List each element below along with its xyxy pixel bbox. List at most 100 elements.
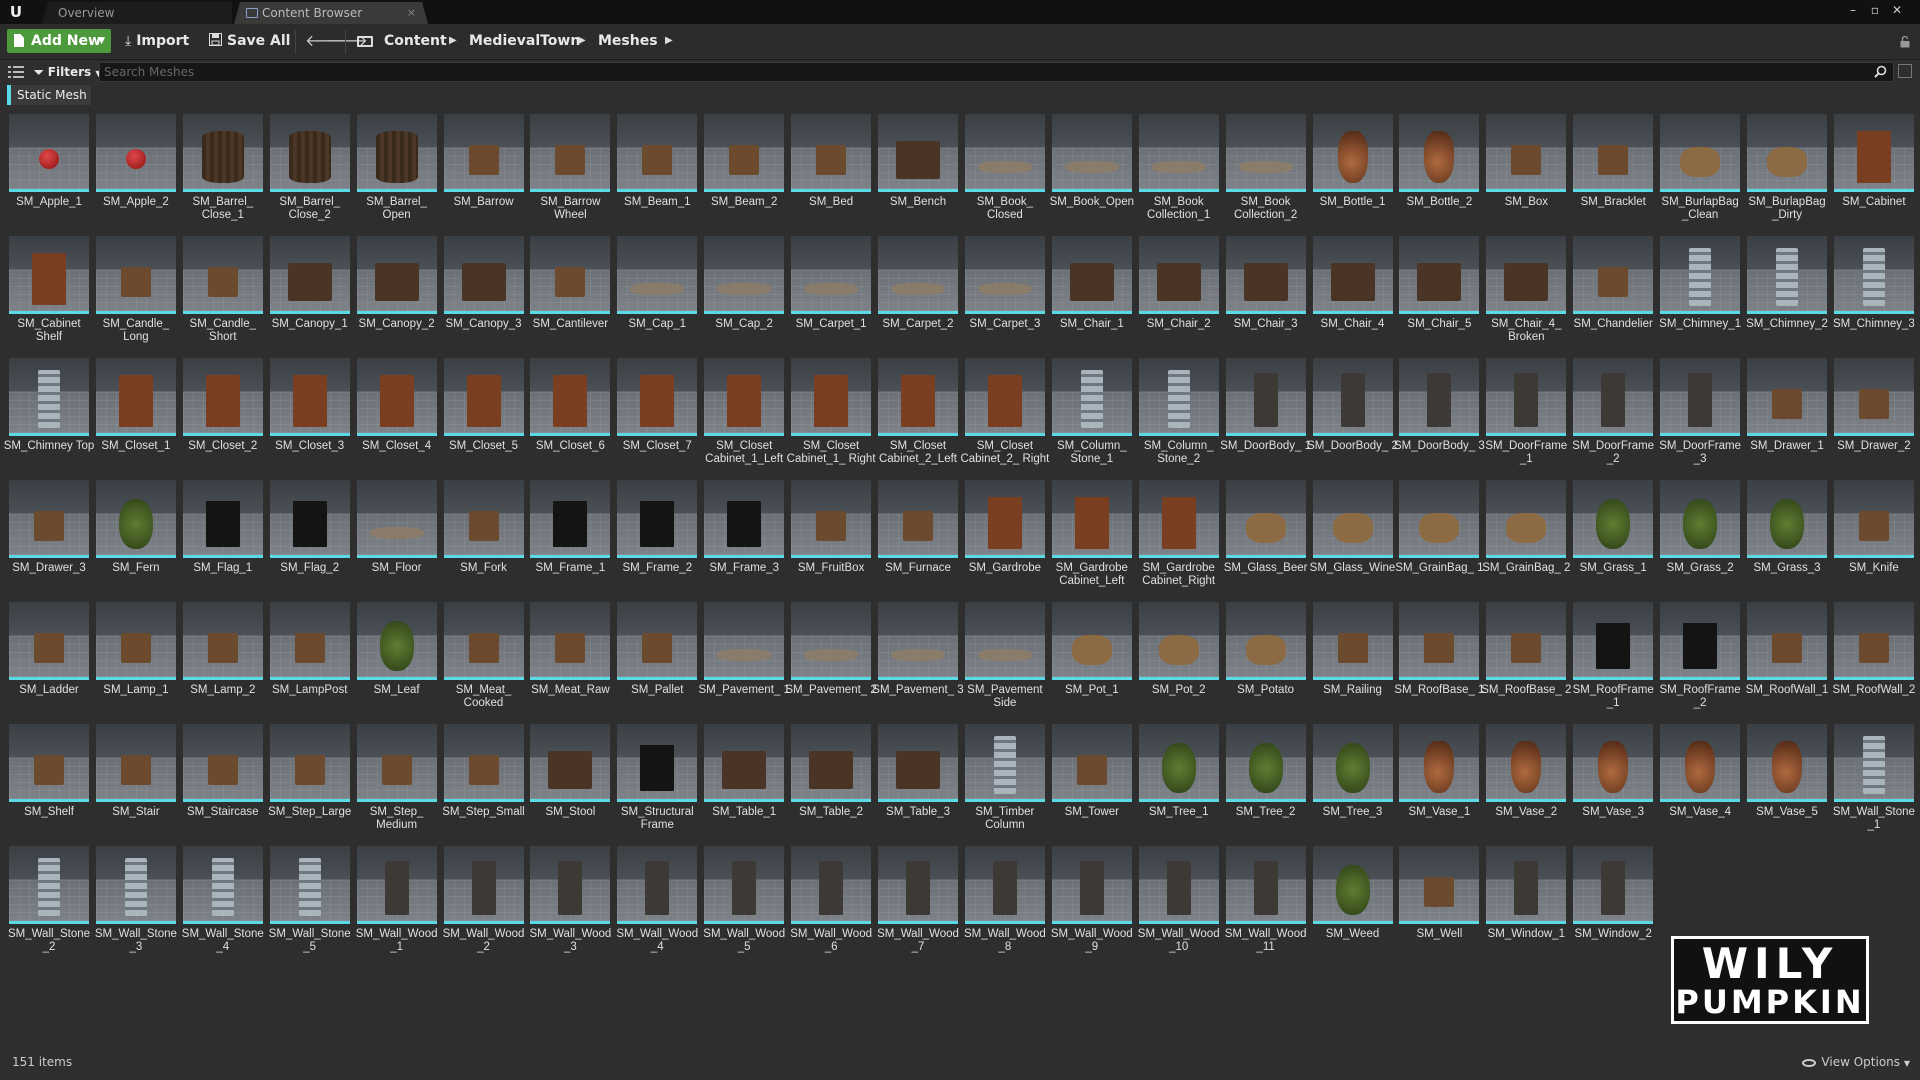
asset-tile[interactable]: SM_Chandelier: [1573, 236, 1654, 354]
asset-tile[interactable]: SM_Cap_1: [617, 236, 698, 354]
asset-tile[interactable]: SM_Vase_2: [1486, 724, 1567, 842]
asset-tile[interactable]: SM_Tree_3: [1312, 724, 1393, 842]
asset-tile[interactable]: SM_DoorFrame _3: [1659, 358, 1741, 476]
asset-tile[interactable]: SM_Barrel_ Open: [356, 114, 437, 232]
asset-tile[interactable]: SM_Closet_4: [356, 358, 437, 476]
asset-tile[interactable]: SM_Cabinet Shelf: [9, 236, 89, 354]
asset-tile[interactable]: SM_Flag_1: [182, 480, 263, 598]
asset-tile[interactable]: SM_Vase_3: [1573, 724, 1654, 842]
lock-icon[interactable]: [1900, 36, 1910, 48]
asset-tile[interactable]: SM_RoofFrame _2: [1660, 602, 1741, 720]
asset-tile[interactable]: SM_Grass_3: [1747, 480, 1827, 598]
asset-tile[interactable]: SM_Wall_Wood _3: [529, 846, 611, 964]
asset-tile[interactable]: SM_Frame_2: [617, 480, 698, 598]
asset-tile[interactable]: SM_Apple_1: [9, 114, 89, 232]
asset-tile[interactable]: SM_Wall_Wood _10: [1138, 846, 1220, 964]
asset-tile[interactable]: SM_Chimney_1: [1659, 236, 1741, 354]
asset-tile[interactable]: SM_Window_2: [1573, 846, 1654, 964]
asset-tile[interactable]: SM_Timber Column: [964, 724, 1045, 842]
asset-tile[interactable]: SM_Railing: [1312, 602, 1393, 720]
asset-tile[interactable]: SM_Meat_ Cooked: [443, 602, 524, 720]
asset-tile[interactable]: SM_Wall_Wood _11: [1225, 846, 1307, 964]
asset-tile[interactable]: SM_Wall_Stone _4: [182, 846, 264, 964]
breadcrumb-arrow-icon[interactable]: ▶: [578, 29, 586, 53]
asset-tile[interactable]: SM_Closet_7: [617, 358, 698, 476]
asset-tile[interactable]: SM_Pavement_ 2: [785, 602, 877, 720]
asset-tile[interactable]: SM_Gardrobe Cabinet_Left: [1051, 480, 1132, 598]
tab-content-browser[interactable]: Content Browser ×: [234, 2, 428, 24]
asset-tile[interactable]: SM_Chair_4: [1312, 236, 1393, 354]
tab-close-icon[interactable]: ×: [407, 2, 416, 24]
asset-tile[interactable]: SM_Wall_Stone _2: [8, 846, 90, 964]
asset-tile[interactable]: SM_Wall_Wood _6: [790, 846, 872, 964]
asset-tile[interactable]: SM_Staircase: [182, 724, 263, 842]
asset-tile[interactable]: SM_Tower: [1051, 724, 1132, 842]
asset-tile[interactable]: SM_Lamp_1: [95, 602, 176, 720]
close-window-icon[interactable]: ✕: [1886, 0, 1908, 22]
asset-tile[interactable]: SM_BurlapBag _Clean: [1660, 114, 1741, 232]
asset-tile[interactable]: SM_Structural Frame: [617, 724, 698, 842]
minimize-icon[interactable]: –: [1842, 0, 1864, 22]
asset-tile[interactable]: SM_RoofFrame _1: [1573, 602, 1654, 720]
asset-tile[interactable]: SM_Candle_ Short: [182, 236, 263, 354]
sources-panel-icon[interactable]: [8, 65, 24, 79]
asset-tile[interactable]: SM_Wall_Wood _8: [964, 846, 1046, 964]
save-search-icon[interactable]: [1898, 64, 1912, 78]
asset-tile[interactable]: SM_Pallet: [617, 602, 698, 720]
asset-tile[interactable]: SM_Closet_5: [443, 358, 524, 476]
asset-tile[interactable]: SM_Column_ Stone_1: [1051, 358, 1132, 476]
asset-tile[interactable]: SM_Chair_3: [1225, 236, 1306, 354]
asset-tile[interactable]: SM_Floor: [356, 480, 437, 598]
asset-tile[interactable]: SM_Cantilever: [530, 236, 611, 354]
asset-tile[interactable]: SM_Book_Open: [1050, 114, 1134, 232]
asset-tile[interactable]: SM_Chair_2: [1138, 236, 1219, 354]
asset-tile[interactable]: SM_Bottle_2: [1399, 114, 1480, 232]
asset-tile[interactable]: SM_Wall_Stone _3: [95, 846, 177, 964]
asset-tile[interactable]: SM_Table_3: [878, 724, 958, 842]
asset-tile[interactable]: SM_Box: [1486, 114, 1567, 232]
asset-tile[interactable]: SM_Table_1: [704, 724, 785, 842]
asset-tile[interactable]: SM_Canopy_2: [356, 236, 437, 354]
breadcrumb-medievaltown[interactable]: MedievalTown: [469, 29, 580, 53]
asset-tile[interactable]: SM_Beam_1: [617, 114, 698, 232]
asset-tile[interactable]: SM_GrainBag_ 1: [1395, 480, 1484, 598]
asset-tile[interactable]: SM_Table_2: [791, 724, 872, 842]
asset-tile[interactable]: SM_RoofBase_ 2: [1481, 602, 1571, 720]
asset-tile[interactable]: SM_Carpet_2: [878, 236, 958, 354]
asset-tile[interactable]: SM_Frame_1: [530, 480, 611, 598]
unreal-logo-icon[interactable]: U: [6, 2, 26, 22]
tab-overview[interactable]: Overview: [42, 2, 232, 24]
asset-tile[interactable]: SM_Fern: [95, 480, 176, 598]
asset-tile[interactable]: SM_Closet Cabinet_2_ Right: [960, 358, 1049, 476]
breadcrumb-meshes[interactable]: Meshes: [598, 29, 658, 53]
asset-tile[interactable]: SM_Flag_2: [269, 480, 350, 598]
asset-tile[interactable]: SM_Chair_5: [1399, 236, 1480, 354]
asset-tile[interactable]: SM_Pavement_ 3: [872, 602, 964, 720]
asset-tile[interactable]: SM_Glass_Wine: [1310, 480, 1395, 598]
asset-tile[interactable]: SM_RoofWall_2: [1833, 602, 1915, 720]
asset-tile[interactable]: SM_Wall_Wood _2: [443, 846, 524, 964]
asset-tile[interactable]: SM_Wall_Wood _9: [1051, 846, 1133, 964]
asset-tile[interactable]: SM_Grass_1: [1573, 480, 1654, 598]
asset-tile[interactable]: SM_Pot_1: [1051, 602, 1132, 720]
asset-tile[interactable]: SM_Carpet_3: [964, 236, 1045, 354]
asset-tile[interactable]: SM_Ladder: [9, 602, 89, 720]
asset-tile[interactable]: SM_Candle_ Long: [95, 236, 176, 354]
asset-tile[interactable]: SM_Carpet_1: [791, 236, 872, 354]
asset-tile[interactable]: SM_Closet Cabinet_2_Left: [878, 358, 958, 476]
asset-tile[interactable]: SM_Furnace: [878, 480, 958, 598]
asset-tile[interactable]: SM_Canopy_1: [269, 236, 350, 354]
asset-tile[interactable]: SM_Column_ Stone_2: [1138, 358, 1219, 476]
asset-tile[interactable]: SM_Knife: [1833, 480, 1914, 598]
asset-tile[interactable]: SM_Weed: [1312, 846, 1393, 964]
asset-tile[interactable]: SM_Stair: [95, 724, 176, 842]
asset-tile[interactable]: SM_Lamp_2: [182, 602, 263, 720]
asset-tile[interactable]: SM_Bed: [791, 114, 872, 232]
asset-tile[interactable]: SM_Closet_2: [182, 358, 263, 476]
asset-tile[interactable]: SM_Chimney Top: [4, 358, 94, 476]
asset-tile[interactable]: SM_Meat_Raw: [530, 602, 611, 720]
asset-tile[interactable]: SM_Glass_Beer: [1224, 480, 1307, 598]
filters-button[interactable]: ⏷ Filters ▼: [34, 62, 102, 82]
asset-tile[interactable]: SM_Canopy_3: [443, 236, 524, 354]
asset-tile[interactable]: SM_Cap_2: [704, 236, 785, 354]
